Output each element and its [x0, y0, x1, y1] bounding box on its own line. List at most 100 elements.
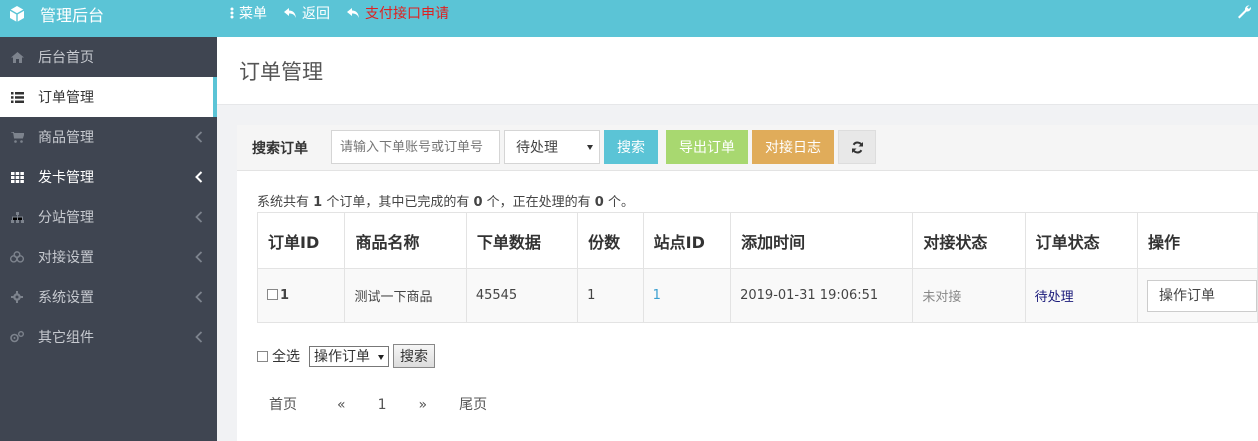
status-select-value: 待处理 [516, 140, 558, 156]
site-id-cell: 1 [642, 268, 732, 323]
chevron-left-icon [195, 131, 203, 143]
table-header-row: 订单ID 商品名称 下单数据 份数 站点ID 添加时间 对接状态 订单状态 操作 [256, 212, 1258, 269]
sidebar-item-label: 订单管理 [38, 90, 94, 106]
quantity-cell: 1 [577, 268, 644, 323]
select-all-checkbox[interactable] [257, 350, 268, 362]
order-id: 1 [280, 288, 290, 303]
sidebar-item-other-components[interactable]: 其它组件 [0, 317, 217, 357]
page-prev[interactable]: « [325, 390, 358, 420]
sidebar-item-label: 系统设置 [38, 290, 94, 306]
grid-icon [10, 170, 24, 184]
column-header[interactable]: 订单ID [256, 212, 346, 269]
column-header[interactable]: 下单数据 [465, 212, 579, 269]
pagination: 首页 « 1 » 尾页 [257, 390, 499, 420]
summary-processing: 0 [594, 195, 604, 210]
search-button[interactable]: 搜索 [604, 130, 658, 164]
menu-label: 菜单 [239, 6, 267, 22]
page-next[interactable]: » [407, 390, 440, 420]
summary-total: 1 [313, 195, 323, 210]
back-button[interactable]: 返回 [283, 3, 330, 23]
site-id-link[interactable]: 1 [653, 288, 661, 303]
sidebar-item-label: 其它组件 [38, 330, 94, 346]
sidebar-item-home[interactable]: 后台首页 [0, 37, 217, 77]
menu-button[interactable]: 菜单 [230, 3, 267, 23]
docking-log-button[interactable]: 对接日志 [752, 130, 834, 164]
column-header[interactable]: 商品名称 [344, 212, 467, 269]
sitemap-icon [10, 210, 24, 224]
payment-apply-label: 支付接口申请 [365, 6, 449, 22]
back-label: 返回 [302, 6, 330, 22]
sidebar-item-cards[interactable]: 发卡管理 [0, 157, 217, 197]
sidebar: 后台首页 订单管理 商品管理 发卡管理 分站管理 对接设置 系统设置 其它组件 [0, 37, 217, 441]
refresh-icon [851, 141, 863, 153]
top-nav: 菜单 返回 支付接口申请 [230, 0, 465, 26]
sidebar-item-orders[interactable]: 订单管理 [0, 77, 217, 117]
reply-icon [284, 8, 296, 18]
bulk-submit-button[interactable]: 搜索 [393, 344, 435, 368]
refresh-button[interactable] [838, 130, 876, 164]
app-title: 管理后台 [40, 6, 105, 25]
search-input[interactable] [331, 130, 500, 164]
sidebar-item-label: 后台首页 [38, 50, 94, 66]
page-current[interactable]: 1 [366, 390, 399, 420]
added-time-cell: 2019-01-31 19:06:51 [730, 268, 914, 323]
sidebar-item-system-settings[interactable]: 系统设置 [0, 277, 217, 317]
cogs-icon [10, 330, 24, 344]
bulk-actions: 全选 操作订单 搜索 [257, 344, 435, 368]
chevron-left-icon [195, 331, 203, 343]
chevron-left-icon [195, 291, 203, 303]
spacer [217, 105, 1258, 125]
summary-suffix: 个。 [603, 195, 634, 210]
wrench-icon[interactable] [1236, 4, 1252, 20]
page-last[interactable]: 尾页 [447, 390, 499, 420]
summary-mid1: 个订单，其中已完成的有 [322, 195, 474, 210]
caret-down-icon [587, 145, 593, 150]
cubes-icon [10, 250, 24, 264]
order-data-cell: 45545 [465, 268, 579, 323]
brand[interactable]: 管理后台 [8, 0, 104, 28]
order-status[interactable]: 待处理 [1035, 290, 1074, 305]
order-id-cell: 1 [256, 268, 346, 323]
search-bar: 搜索订单 待处理 搜索 导出订单 对接日志 [237, 125, 1258, 171]
sidebar-item-docking[interactable]: 对接设置 [0, 237, 217, 277]
column-header[interactable]: 站点ID [642, 212, 732, 269]
home-icon [10, 50, 24, 64]
page-first[interactable]: 首页 [257, 390, 309, 420]
dock-status: 未对接 [922, 290, 962, 305]
gear-icon [10, 290, 24, 304]
sidebar-item-products[interactable]: 商品管理 [0, 117, 217, 157]
row-checkbox[interactable] [267, 289, 278, 300]
dock-status-cell: 未对接 [912, 268, 1026, 323]
page-title: 订单管理 [239, 60, 323, 84]
summary-completed: 0 [473, 195, 483, 210]
summary-prefix: 系统共有 [257, 195, 314, 210]
row-action-select[interactable]: 操作订单 [1147, 279, 1257, 312]
sidebar-item-label: 商品管理 [38, 130, 94, 146]
export-orders-button[interactable]: 导出订单 [666, 130, 748, 164]
bulk-action-select[interactable]: 操作订单 [309, 345, 389, 367]
cube-icon [9, 6, 25, 22]
chevron-left-icon [195, 171, 203, 183]
chevron-left-icon [195, 211, 203, 223]
column-header[interactable]: 操作 [1137, 212, 1258, 269]
column-header[interactable]: 订单状态 [1024, 212, 1139, 269]
payment-apply-link[interactable]: 支付接口申请 [346, 3, 449, 23]
orders-table: 订单ID 商品名称 下单数据 份数 站点ID 添加时间 对接状态 订单状态 操作… [256, 212, 1258, 323]
page-header: 订单管理 [217, 37, 1258, 105]
sidebar-item-substations[interactable]: 分站管理 [0, 197, 217, 237]
sidebar-item-label: 对接设置 [38, 250, 94, 266]
ellipsis-vertical-icon [230, 7, 234, 19]
reply-icon [347, 8, 359, 18]
column-header[interactable]: 份数 [577, 212, 644, 269]
table-row: 1 测试一下商品 45545 1 1 2019-01-31 19:06:51 未… [256, 268, 1258, 323]
select-all-label: 全选 [272, 349, 300, 365]
column-header[interactable]: 对接状态 [912, 212, 1026, 269]
order-summary: 系统共有 1 个订单，其中已完成的有 0 个，正在处理的有 0 个。 [257, 191, 634, 210]
action-cell: 操作订单 [1137, 268, 1258, 323]
caret-down-icon [378, 354, 384, 360]
status-select[interactable]: 待处理 [504, 130, 600, 164]
chevron-left-icon [195, 251, 203, 263]
search-label: 搜索订单 [252, 141, 308, 157]
column-header[interactable]: 添加时间 [730, 212, 914, 269]
cart-icon [10, 130, 24, 144]
